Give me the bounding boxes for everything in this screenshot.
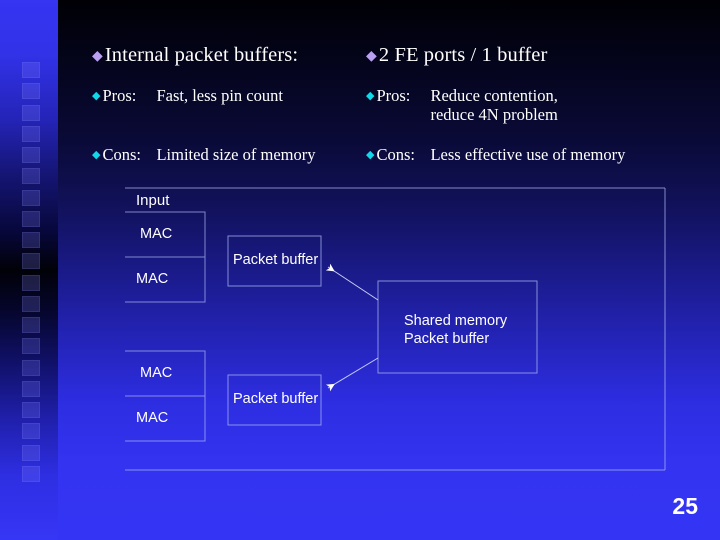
- decorative-square: [22, 295, 40, 312]
- input-label: Input: [136, 192, 170, 209]
- mac-label-2: MAC: [136, 271, 169, 287]
- right-column-heading: ◆2 FE ports / 1 buffer: [366, 43, 696, 67]
- diamond-bullet-icon: ◆: [92, 49, 103, 64]
- right-cons-label: Cons:: [376, 145, 415, 164]
- shared-memory-line-1: Shared memory: [404, 313, 508, 329]
- cons-row-left: ◆ Cons: Limited size of memory: [92, 145, 372, 164]
- decorative-square: [22, 359, 40, 376]
- decorative-square: [22, 444, 40, 461]
- arrow-to-top-buffer: [325, 263, 379, 301]
- architecture-diagram: [125, 187, 666, 471]
- decorative-square: [22, 104, 40, 121]
- page-number: 25: [672, 493, 698, 519]
- heading-row-left: ◆Internal packet buffers:: [92, 43, 372, 67]
- right-cons-text: Less effective use of memory: [430, 145, 626, 164]
- left-pros-text: Fast, less pin count: [156, 86, 283, 105]
- decorative-square: [22, 62, 40, 78]
- decorative-square-column: [22, 62, 40, 482]
- left-column-heading: ◆Internal packet buffers:: [92, 43, 372, 67]
- right-pros-row: ◆ Pros: Reduce contention, reduce 4N proble…: [366, 86, 696, 125]
- pros-row-left: ◆ Pros: Fast, less pin count: [92, 86, 372, 105]
- decorative-square: [22, 253, 40, 270]
- cons-row-right: ◆ Cons: Less effective use of memory: [366, 145, 696, 164]
- decorative-square: [22, 274, 40, 291]
- packet-buffer-label-bottom: Packet buffer: [233, 391, 319, 407]
- decorative-square: [22, 125, 40, 142]
- decorative-square: [22, 83, 40, 100]
- decorative-square: [22, 380, 40, 397]
- diamond-sub-bullet-icon: ◆: [366, 149, 375, 161]
- right-pros-line-1: Reduce contention,: [430, 86, 558, 105]
- pros-row-right: ◆ Pros: Reduce contention, reduce 4N proble…: [366, 86, 696, 125]
- mac-label-3: MAC: [140, 365, 173, 381]
- diamond-bullet-icon: ◆: [366, 49, 377, 64]
- right-pros-line-2: reduce 4N problem: [430, 105, 558, 125]
- left-cons-label: Cons:: [102, 145, 141, 164]
- decorative-square: [22, 317, 40, 333]
- mac-label-4: MAC: [136, 410, 169, 426]
- right-pros-label: Pros:: [376, 86, 411, 105]
- decorative-square: [22, 232, 40, 248]
- decorative-square: [22, 189, 40, 206]
- left-cons-text: Limited size of memory: [156, 145, 316, 164]
- presentation-slide: ◆Internal packet buffers: ◆ Pros: Fast, le…: [0, 0, 720, 540]
- packet-buffer-label-top: Packet buffer: [233, 252, 319, 268]
- decorative-square: [22, 168, 40, 185]
- shared-memory-line-2: Packet buffer: [404, 330, 490, 347]
- mac-label-1: MAC: [140, 226, 173, 242]
- decorative-square: [22, 338, 40, 355]
- heading-row-right: ◆2 FE ports / 1 buffer: [366, 43, 696, 67]
- decorative-square: [22, 210, 40, 227]
- left-cons-row: ◆ Cons: Limited size of memory: [92, 145, 372, 164]
- diamond-sub-bullet-icon: ◆: [92, 149, 101, 161]
- right-pros-text: Reduce contention, reduce 4N problem: [430, 86, 557, 125]
- decorative-square: [22, 465, 40, 482]
- left-pros-label: Pros:: [102, 86, 137, 105]
- decorative-square: [22, 402, 40, 418]
- slide-left-decoration-strip: [0, 0, 58, 540]
- decorative-square: [22, 423, 40, 440]
- left-pros-row: ◆ Pros: Fast, less pin count: [92, 86, 372, 105]
- left-heading-text: Internal packet buffers:: [104, 44, 299, 66]
- decorative-square: [22, 147, 40, 163]
- right-heading-text: 2 FE ports / 1 buffer: [378, 44, 548, 66]
- arrow-to-bottom-buffer: [325, 357, 379, 392]
- diamond-sub-bullet-icon: ◆: [366, 90, 375, 102]
- shared-memory-label: Shared memory Packet buffer: [404, 313, 507, 348]
- diamond-sub-bullet-icon: ◆: [92, 90, 101, 102]
- right-cons-row: ◆ Cons: Less effective use of memory: [366, 145, 696, 164]
